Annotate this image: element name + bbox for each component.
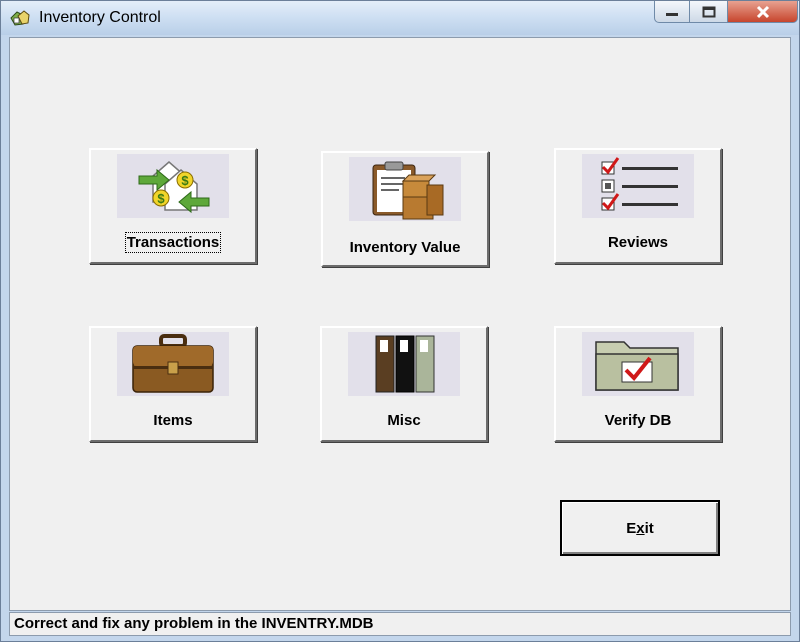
verify-db-button[interactable]: Verify DB (554, 326, 722, 442)
minimize-button[interactable] (654, 1, 690, 23)
inventory-value-label: Inventory Value (349, 239, 461, 256)
inventory-value-button[interactable]: Inventory Value (321, 151, 489, 267)
title-bar[interactable]: Inventory Control (1, 1, 799, 35)
binders-icon (348, 332, 460, 396)
transactions-icon: $ $ (117, 154, 229, 218)
exit-button[interactable]: Exit (560, 500, 720, 556)
status-bar: Correct and fix any problem in the INVEN… (9, 612, 791, 636)
verify-db-label: Verify DB (604, 412, 672, 429)
maximize-icon (702, 6, 715, 17)
maximize-button[interactable] (690, 1, 728, 23)
reviews-button[interactable]: Reviews (554, 148, 722, 264)
inventory-value-icon (349, 157, 461, 221)
svg-text:$: $ (181, 173, 189, 188)
exit-label: Exit (626, 519, 654, 537)
status-text: Correct and fix any problem in the INVEN… (14, 615, 374, 632)
items-label: Items (153, 412, 193, 429)
app-window: Inventory Control $ $ Transactions Inven… (0, 0, 800, 642)
minimize-icon (666, 12, 678, 16)
misc-label: Misc (387, 412, 421, 429)
misc-button[interactable]: Misc (320, 326, 488, 442)
close-icon (756, 5, 769, 18)
transactions-label: Transactions (124, 232, 222, 253)
transactions-button[interactable]: $ $ Transactions (89, 148, 257, 264)
main-panel: $ $ Transactions Inventory Value Reviews… (9, 37, 791, 611)
briefcase-icon (117, 332, 229, 396)
window-title: Inventory Control (39, 9, 161, 26)
svg-text:$: $ (157, 191, 165, 206)
items-button[interactable]: Items (89, 326, 257, 442)
app-icon (10, 10, 30, 26)
reviews-checklist-icon (582, 154, 694, 218)
close-button[interactable] (728, 1, 798, 23)
verify-folder-icon (582, 332, 694, 396)
reviews-label: Reviews (607, 234, 669, 251)
